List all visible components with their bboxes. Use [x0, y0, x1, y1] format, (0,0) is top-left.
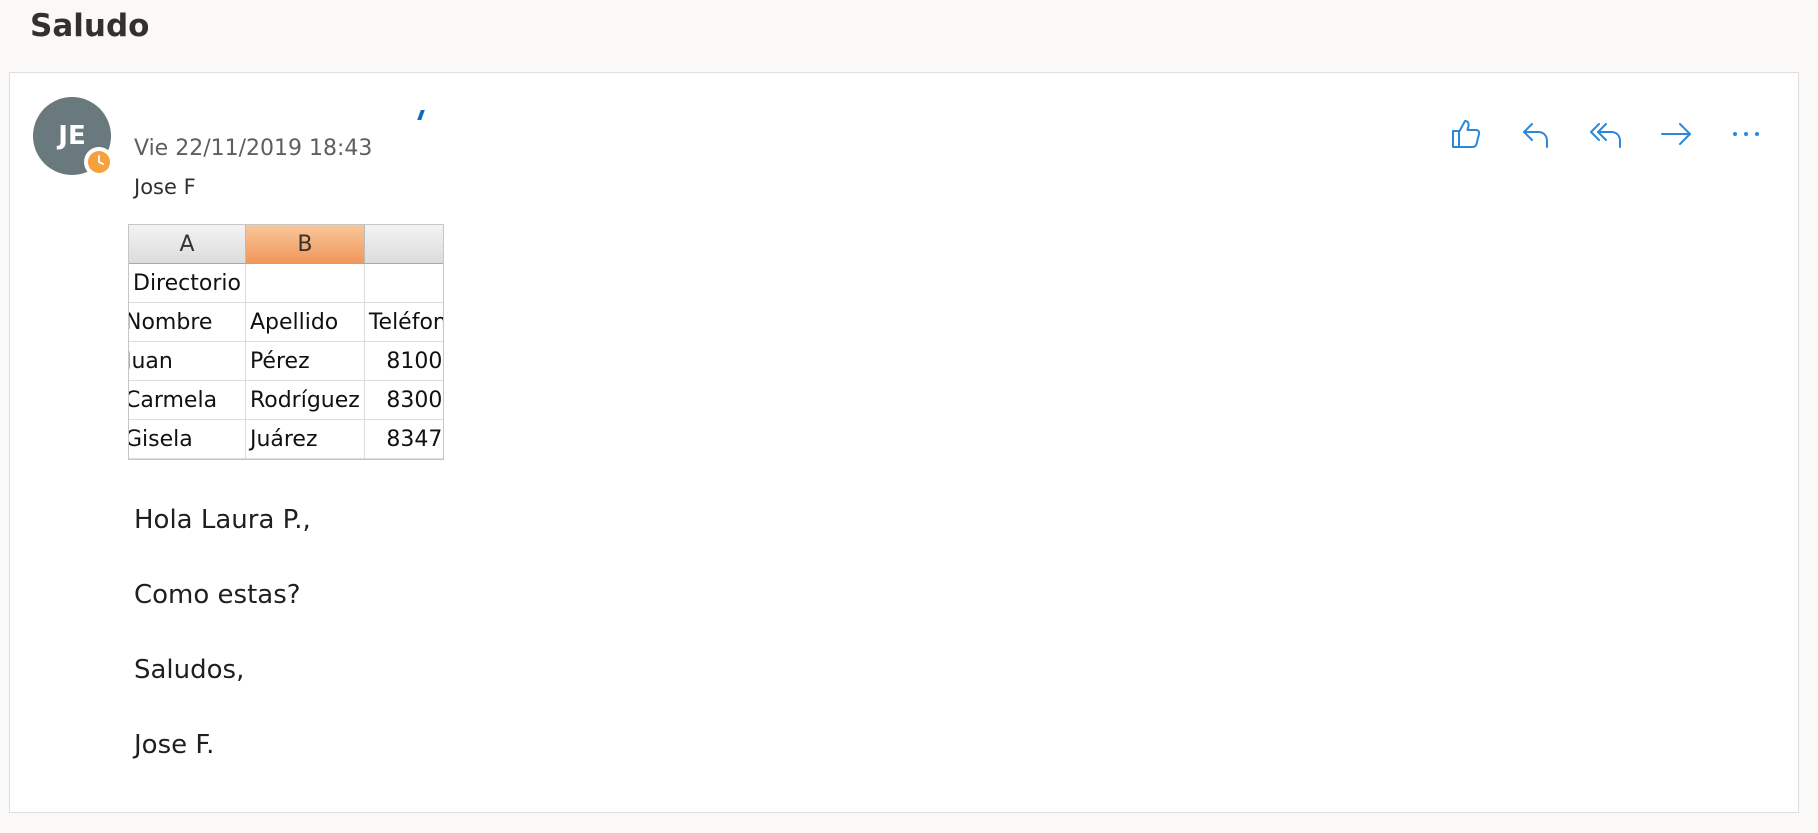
clock-away-icon [84, 147, 114, 177]
reply-icon [1523, 123, 1548, 148]
table-row: Nombre Apellido Teléfono [129, 302, 443, 342]
table-cell: Gisela [129, 419, 246, 459]
body-closing: Saludos, [134, 655, 245, 685]
reply-button[interactable] [1501, 109, 1571, 159]
more-options-button[interactable] [1711, 109, 1781, 159]
email-subject: Saludo [30, 8, 150, 44]
column-header: A [129, 225, 246, 264]
table-cell: Directorio [129, 263, 246, 303]
table-cell: Apellido [245, 302, 365, 342]
avatar-initials: JE [58, 121, 86, 151]
spreadsheet-table: A B C Directorio Nombre Apellido Teléfon… [129, 225, 443, 459]
table-cell: Carmela [129, 380, 246, 420]
body-line: Como estas? [134, 580, 301, 610]
table-row: Directorio [129, 263, 443, 303]
thumbs-up-icon [1452, 120, 1481, 148]
table-cell: Pérez [245, 341, 365, 381]
message-card: JE Vie 22/11/2019 18:43 Jose F A B Direc… [9, 72, 1799, 813]
sender-name[interactable]: Jose F [134, 175, 196, 199]
more-icon [1733, 132, 1759, 136]
table-row: Juan Pérez 8100-4 [129, 341, 443, 381]
table-cell: Teléfono [364, 302, 443, 342]
column-header-row: A B C [129, 225, 443, 264]
table-cell: Juan [129, 341, 246, 381]
column-header-selected: B [245, 225, 365, 264]
table-row: Carmela Rodríguez 8300-9 [129, 380, 443, 420]
body-greeting: Hola Laura P., [134, 505, 311, 535]
spreadsheet-image: A B C Directorio Nombre Apellido Teléfon… [128, 224, 444, 460]
forward-button[interactable] [1641, 109, 1711, 159]
table-cell: 8347-0 [364, 419, 443, 459]
table-cell: Rodríguez [245, 380, 365, 420]
like-button[interactable] [1431, 109, 1501, 159]
body-signature: Jose F. [134, 730, 215, 760]
table-cell [364, 263, 443, 303]
forward-icon [1661, 123, 1691, 145]
decorative-mark [417, 110, 425, 120]
message-date: Vie 22/11/2019 18:43 [134, 136, 373, 161]
table-cell: Nombre [129, 302, 246, 342]
message-actions [1431, 109, 1781, 159]
column-header: C [364, 225, 443, 264]
reply-all-icon [1590, 123, 1621, 148]
table-cell: 8300-9 [364, 380, 443, 420]
reply-all-button[interactable] [1571, 109, 1641, 159]
table-row: Gisela Juárez 8347-0 [129, 419, 443, 459]
table-cell [245, 263, 365, 303]
table-cell: Juárez [245, 419, 365, 459]
table-cell: 8100-4 [364, 341, 443, 381]
